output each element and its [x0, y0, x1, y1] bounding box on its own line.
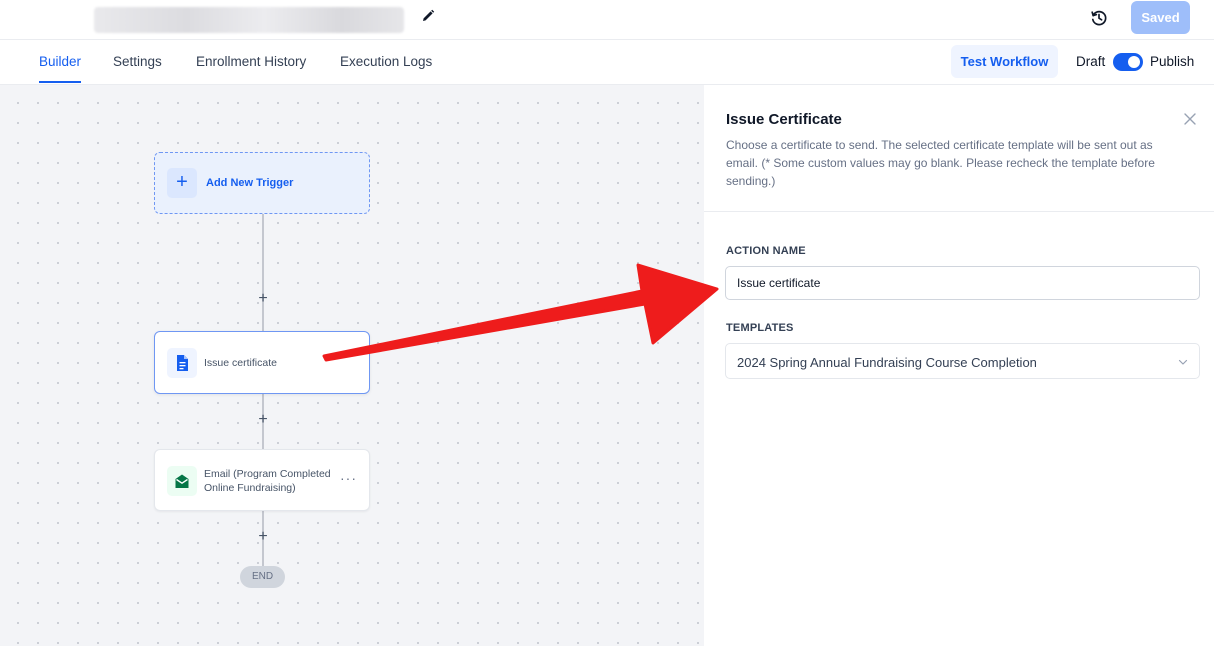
document-icon [167, 348, 197, 378]
email-icon [167, 466, 197, 496]
chevron-down-icon [1178, 359, 1188, 365]
history-icon[interactable] [1089, 8, 1109, 28]
pencil-icon[interactable] [420, 8, 436, 24]
selected-template: 2024 Spring Annual Fundraising Course Co… [737, 355, 1037, 370]
panel-description: Choose a certificate to send. The select… [726, 138, 1155, 188]
tab-execution-logs[interactable]: Execution Logs [340, 54, 432, 69]
panel-title: Issue Certificate [726, 111, 842, 128]
add-step-plus-icon[interactable]: + [255, 529, 271, 545]
tab-bar: Builder Settings Enrollment History Exec… [0, 41, 1214, 85]
add-new-trigger-label: Add New Trigger [206, 177, 294, 189]
draft-label: Draft [1076, 54, 1106, 69]
toggle-knob [1128, 56, 1140, 68]
publish-toggle[interactable] [1113, 53, 1143, 71]
plus-icon: + [167, 168, 197, 198]
templates-label: TEMPLATES [726, 322, 794, 334]
publish-label: Publish [1150, 54, 1195, 69]
tab-enrollment-history[interactable]: Enrollment History [196, 54, 306, 69]
tab-settings[interactable]: Settings [113, 54, 162, 69]
templates-select[interactable]: 2024 Spring Annual Fundraising Course Co… [725, 343, 1200, 379]
add-step-plus-icon[interactable]: + [255, 291, 271, 307]
workflow-canvas[interactable]: + Add New Trigger + Issue certificate + … [0, 85, 704, 646]
add-new-trigger-card[interactable]: + Add New Trigger [154, 152, 370, 214]
more-options-icon[interactable]: ··· [340, 470, 357, 486]
action-name-label: ACTION NAME [726, 245, 806, 257]
issue-certificate-node[interactable]: Issue certificate [154, 331, 370, 394]
workflow-name-blurred[interactable] [94, 7, 404, 33]
end-marker: END [240, 566, 285, 588]
email-node[interactable]: Email (Program Completed Online Fundrais… [154, 449, 370, 511]
saved-button[interactable]: Saved [1131, 1, 1190, 34]
top-bar: Saved [0, 0, 1214, 40]
add-step-plus-icon[interactable]: + [255, 412, 271, 428]
close-icon[interactable] [1182, 111, 1198, 127]
action-name-input[interactable] [725, 266, 1200, 300]
tab-builder[interactable]: Builder [39, 54, 81, 69]
node-label: Issue certificate [204, 357, 277, 369]
action-settings-panel: Issue Certificate Choose a certificate t… [704, 85, 1214, 646]
node-label: Email (Program Completed Online Fundrais… [204, 468, 331, 494]
active-tab-indicator [39, 81, 81, 83]
test-workflow-button[interactable]: Test Workflow [951, 45, 1058, 78]
divider [704, 211, 1214, 212]
